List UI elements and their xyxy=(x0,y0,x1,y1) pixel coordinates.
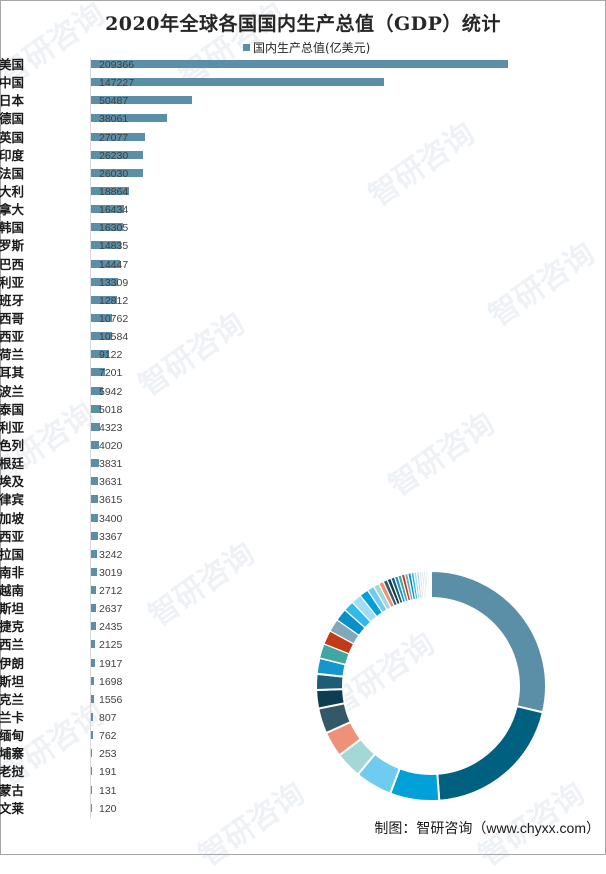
donut-slice xyxy=(431,571,546,712)
donut-chart xyxy=(0,0,606,855)
donut-slice xyxy=(437,706,543,801)
source-note: 制图：智研咨询（www.chyxx.com） xyxy=(374,818,600,838)
